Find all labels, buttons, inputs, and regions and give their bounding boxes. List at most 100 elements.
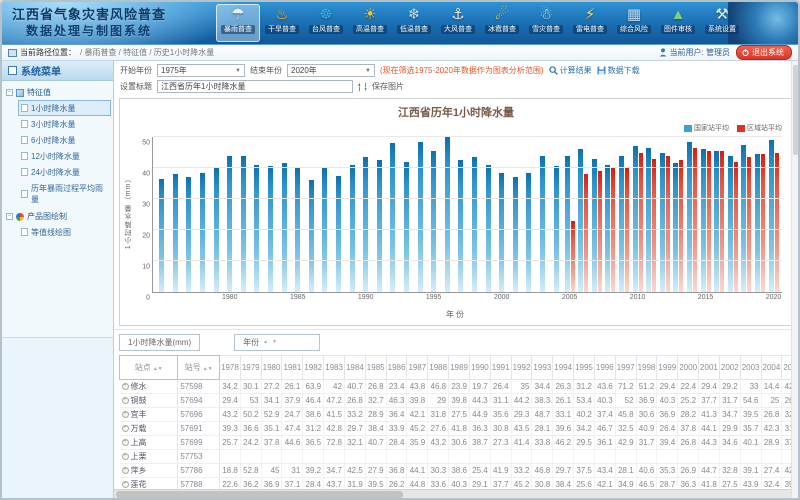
national-avg-bar[interactable] — [186, 177, 191, 292]
regional-avg-bar[interactable] — [720, 151, 724, 292]
national-avg-bar[interactable] — [526, 173, 531, 292]
toolbar-item-system-settings[interactable]: ⚒系统设置 — [700, 4, 744, 42]
regional-avg-bar[interactable] — [625, 168, 629, 292]
national-avg-bar[interactable] — [322, 168, 327, 292]
national-avg-bar[interactable] — [200, 173, 205, 292]
national-avg-bar[interactable] — [377, 160, 382, 292]
sort-icons[interactable]: ▲▼ — [153, 367, 163, 372]
sidebar-item-rain-12h[interactable]: 12小时降水量 — [18, 148, 111, 164]
national-avg-bar[interactable] — [714, 151, 719, 292]
sidebar-item-rain-24h[interactable]: 24小时降水量 — [18, 164, 111, 180]
sidebar-item-rain-6h[interactable]: 6小时降水量 — [18, 132, 111, 148]
sort-asc-icon[interactable]: ▲ — [263, 340, 268, 345]
national-avg-bar[interactable] — [728, 156, 733, 292]
sidebar-item-rain-1h[interactable]: 1小时降水量 — [18, 100, 111, 116]
expand-row-icon[interactable]: + — [122, 383, 129, 390]
regional-avg-bar[interactable] — [693, 148, 697, 292]
regional-avg-bar[interactable] — [571, 221, 575, 292]
national-avg-bar[interactable] — [769, 140, 774, 292]
toolbar-item-hightemp-survey[interactable]: ☀高温普查 — [348, 4, 392, 42]
toolbar-item-composite-risk[interactable]: ▦综合风险 — [612, 4, 656, 42]
expand-row-icon[interactable]: + — [122, 439, 129, 446]
national-avg-bar[interactable] — [646, 148, 651, 292]
national-avg-bar[interactable] — [458, 160, 463, 292]
sidebar-item-isoline-map[interactable]: 等值线绘图 — [18, 224, 111, 240]
national-avg-bar[interactable] — [540, 156, 545, 292]
expand-row-icon[interactable]: + — [122, 453, 129, 460]
column-header-station-id[interactable]: 站号▲▼ — [178, 356, 220, 380]
national-avg-bar[interactable] — [431, 151, 436, 292]
national-avg-bar[interactable] — [701, 149, 706, 292]
national-avg-bar[interactable] — [418, 142, 423, 292]
legend-item[interactable]: 国家站平均 — [684, 123, 729, 133]
national-avg-bar[interactable] — [336, 176, 341, 292]
national-avg-bar[interactable] — [633, 146, 638, 292]
national-avg-bar[interactable] — [445, 137, 450, 292]
regional-avg-bar[interactable] — [652, 159, 656, 292]
download-data-button[interactable]: 数据下载 — [597, 65, 640, 76]
national-avg-bar[interactable] — [578, 149, 583, 292]
national-avg-bar[interactable] — [227, 156, 232, 292]
national-avg-bar[interactable] — [592, 159, 597, 292]
horizontal-scrollbar[interactable] — [114, 489, 798, 498]
expand-row-icon[interactable]: + — [122, 467, 129, 474]
regional-avg-bar[interactable] — [639, 153, 643, 293]
toolbar-item-lowtemp-survey[interactable]: ❄低温普查 — [392, 4, 436, 42]
station-name-cell[interactable]: +修水 — [120, 380, 178, 394]
station-name-cell[interactable]: +铜鼓 — [120, 394, 178, 408]
sort-icons[interactable]: ▲▼ — [203, 367, 213, 372]
expand-row-icon[interactable]: + — [122, 397, 129, 404]
legend-item[interactable]: 区域站平均 — [737, 123, 782, 133]
regional-avg-bar[interactable] — [761, 154, 765, 292]
toolbar-item-typhoon-survey[interactable]: ☸台风普查 — [304, 4, 348, 42]
exit-system-button[interactable]: 退出系统 — [736, 45, 792, 60]
national-avg-bar[interactable] — [472, 157, 477, 292]
national-avg-bar[interactable] — [295, 168, 300, 292]
station-name-cell[interactable]: +宜丰 — [120, 408, 178, 422]
calculate-button[interactable]: 计算结果 — [549, 65, 592, 76]
expand-row-icon[interactable]: + — [122, 481, 129, 488]
end-year-select[interactable]: 2020年▼ — [287, 64, 375, 77]
regional-avg-bar[interactable] — [747, 157, 751, 292]
expand-row-icon[interactable]: + — [122, 411, 129, 418]
national-avg-bar[interactable] — [159, 179, 164, 292]
chart-title-input[interactable]: 江西省历年1小时降水量 — [157, 80, 353, 93]
sidebar-item-storm-process-avg[interactable]: 历年暴雨过程平均雨量 — [18, 180, 111, 207]
horizontal-scrollbar-thumb[interactable] — [116, 491, 403, 498]
toolbar-item-drought-survey[interactable]: ♨干旱普查 — [260, 4, 304, 42]
regional-avg-bar[interactable] — [707, 151, 711, 292]
column-header-station[interactable]: 站点▲▼ — [120, 356, 178, 380]
national-avg-bar[interactable] — [173, 174, 178, 292]
expand-icon[interactable]: − — [6, 89, 13, 96]
national-avg-bar[interactable] — [687, 142, 692, 292]
toolbar-item-rainstorm-survey[interactable]: ☂暴雨普查 — [216, 4, 260, 42]
national-avg-bar[interactable] — [214, 168, 219, 292]
station-name-cell[interactable]: +万载 — [120, 422, 178, 436]
vertical-scrollbar[interactable] — [791, 61, 798, 498]
national-avg-bar[interactable] — [390, 143, 395, 292]
regional-avg-bar[interactable] — [598, 171, 602, 292]
regional-avg-bar[interactable] — [666, 156, 670, 292]
national-avg-bar[interactable] — [755, 154, 760, 292]
expand-icon[interactable]: − — [6, 213, 13, 220]
national-avg-bar[interactable] — [660, 153, 665, 293]
national-avg-bar[interactable] — [673, 163, 678, 292]
toolbar-item-hail-survey[interactable]: ☄冰雹普查 — [480, 4, 524, 42]
sidebar-group-feature-values[interactable]: −特征值 — [4, 85, 111, 100]
expand-row-icon[interactable]: + — [122, 425, 129, 432]
sidebar-item-rain-3h[interactable]: 3小时降水量 — [18, 116, 111, 132]
station-name-cell[interactable]: +上栗 — [120, 450, 178, 464]
national-avg-bar[interactable] — [499, 173, 504, 292]
station-name-cell[interactable]: +萍乡 — [120, 464, 178, 478]
save-image-button[interactable]: 保存图片 — [372, 81, 404, 92]
vertical-scrollbar-thumb[interactable] — [793, 65, 798, 155]
regional-avg-bar[interactable] — [584, 174, 588, 292]
station-name-cell[interactable]: +上高 — [120, 436, 178, 450]
national-avg-bar[interactable] — [619, 156, 624, 292]
regional-avg-bar[interactable] — [611, 168, 615, 292]
regional-avg-bar[interactable] — [734, 162, 738, 292]
year-sort-box[interactable]: 年份 ▲ ▼ — [234, 334, 320, 351]
national-avg-bar[interactable] — [513, 177, 518, 292]
sort-desc-icon[interactable]: ▼ — [272, 340, 277, 345]
sidebar-group-product-mapping[interactable]: −产品图绘制 — [4, 209, 111, 224]
